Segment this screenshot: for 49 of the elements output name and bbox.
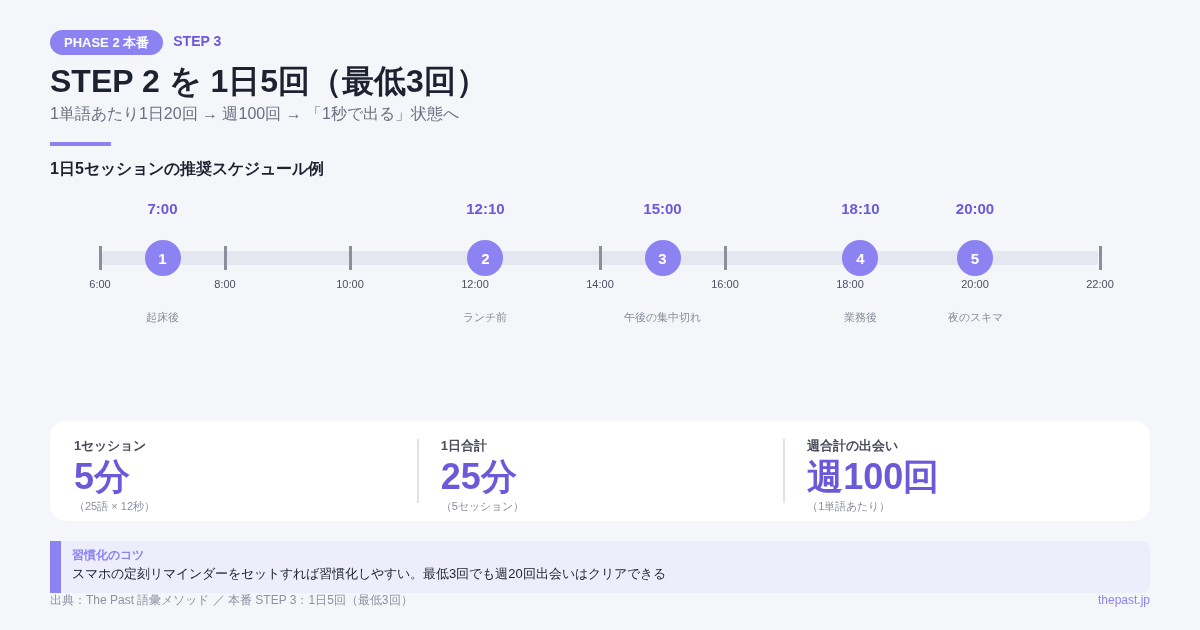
session-marker: 1 — [144, 240, 181, 276]
session-note: 起床後 — [146, 310, 179, 324]
accent-bar — [50, 142, 111, 146]
stat-value: 週100回 — [807, 455, 940, 499]
session-time: 15:00 — [643, 200, 682, 218]
session-time: 12:10 — [466, 200, 505, 218]
site-link[interactable]: thepast.jp — [1097, 593, 1150, 608]
stat-label: 週合計の出会い — [807, 437, 899, 455]
session-note: 夜のスキマ — [947, 310, 1003, 324]
tip-title: 習慣化のコツ — [72, 547, 144, 564]
page-subtitle: 1単語あたり1日20回 → 週100回 → 「1秒で出る」状態へ — [50, 104, 460, 124]
session-note: 午後の集中切れ — [624, 310, 701, 324]
session-note: 業務後 — [843, 310, 877, 324]
stat-value: 5分 — [74, 455, 131, 499]
tick-mark — [98, 246, 102, 270]
tick-mark — [223, 246, 227, 270]
tick-mark — [1098, 246, 1102, 270]
tick-label: 14:00 — [586, 277, 614, 291]
session-note: ランチ前 — [463, 310, 508, 324]
stat-note: （5セッション） — [440, 499, 524, 513]
phase-badge: PHASE 2 本番 — [50, 30, 164, 55]
stat-note: （25語 × 12秒） — [74, 499, 155, 513]
tick-mark — [598, 246, 602, 270]
tick-label: 16:00 — [711, 277, 739, 291]
session-time: 20:00 — [955, 200, 995, 218]
tick-label: 22:00 — [1086, 277, 1114, 291]
tick-label: 10:00 — [336, 277, 364, 291]
page-title: STEP 2 を 1日5回（最低3回） — [50, 62, 489, 101]
stat-note: （1単語あたり） — [807, 499, 891, 513]
tick-label: 6:00 — [89, 277, 111, 291]
tick-label: 18:00 — [836, 277, 864, 291]
tick-mark — [723, 246, 727, 270]
tick-label: 20:00 — [961, 277, 989, 291]
session-marker: 3 — [644, 240, 681, 276]
tick-label: 12:00 — [461, 277, 489, 291]
section-title: 1日5セッションの推奨スケジュール例 — [50, 159, 325, 179]
tip-text: スマホの定刻リマインダーをセットすれば習慣化しやすい。最低3回でも週20回出会いはクリアできる — [72, 565, 666, 583]
tick-label: 8:00 — [214, 277, 236, 291]
stat-label: 1セッション — [74, 437, 147, 455]
session-marker: 4 — [842, 240, 879, 276]
session-marker: 5 — [957, 240, 993, 276]
session-time: 7:00 — [147, 200, 178, 218]
session-marker: 2 — [467, 240, 504, 276]
stat-label: 1日合計 — [440, 437, 487, 455]
step-label: STEP 3 — [173, 32, 222, 49]
tick-mark — [348, 246, 352, 270]
stat-value: 25分 — [440, 455, 517, 499]
source-text: 出典：The Past 語彙メソッド ／ 本番 STEP 3：1日5回（最低3回） — [50, 593, 413, 608]
session-time: 18:10 — [841, 200, 880, 218]
